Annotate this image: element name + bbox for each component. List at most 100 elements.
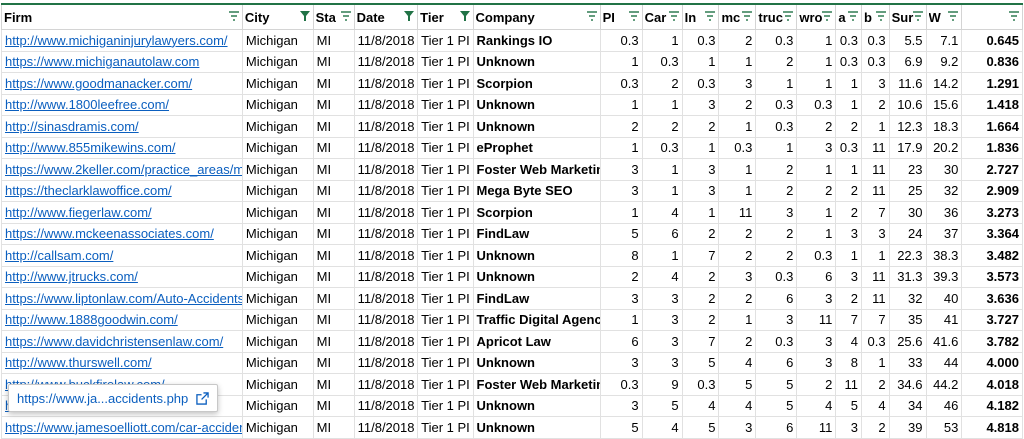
metric-cell[interactable]: 0.3 xyxy=(796,93,837,116)
text-cell[interactable]: Michigan xyxy=(241,222,314,245)
firm-link[interactable]: http://www.michiganinjurylawyers.com/ xyxy=(1,29,243,52)
metric-cell[interactable]: 0.3 xyxy=(599,29,643,52)
text-cell[interactable]: MI xyxy=(312,265,355,288)
metric-cell[interactable]: 7 xyxy=(860,308,890,331)
metric-cell[interactable]: 38.3 xyxy=(925,244,963,267)
open-external-icon[interactable] xyxy=(196,391,209,405)
metric-cell[interactable]: 20.2 xyxy=(925,136,963,159)
score-cell[interactable]: 0.836 xyxy=(961,50,1023,73)
text-cell[interactable]: Michigan xyxy=(241,351,314,374)
text-cell[interactable]: MI xyxy=(312,373,355,396)
text-cell[interactable]: 11/8/2018 xyxy=(353,351,419,374)
text-cell[interactable]: MI xyxy=(312,244,355,267)
metric-cell[interactable]: 4 xyxy=(835,330,862,353)
filter-icon[interactable] xyxy=(668,10,680,22)
company-cell[interactable]: Foster Web Marketing xyxy=(472,158,601,181)
metric-cell[interactable]: 3 xyxy=(796,351,837,374)
text-cell[interactable]: Tier 1 PI xyxy=(417,158,474,181)
company-cell[interactable]: Unknown xyxy=(472,394,601,417)
metric-cell[interactable]: 25.6 xyxy=(888,330,927,353)
text-cell[interactable]: MI xyxy=(312,416,355,439)
firm-link[interactable]: https://www.goodmanacker.com/ xyxy=(1,72,243,95)
metric-cell[interactable]: 3 xyxy=(681,93,720,116)
metric-cell[interactable]: 3 xyxy=(835,222,862,245)
metric-cell[interactable]: 1 xyxy=(681,50,720,73)
metric-cell[interactable]: 5.5 xyxy=(888,29,927,52)
metric-cell[interactable]: 1 xyxy=(835,158,862,181)
metric-cell[interactable]: 39 xyxy=(888,416,927,439)
metric-cell[interactable]: 3 xyxy=(796,330,837,353)
metric-cell[interactable]: 2 xyxy=(718,222,757,245)
score-cell[interactable]: 4.000 xyxy=(961,351,1023,374)
firm-link[interactable]: https://www.liptonlaw.com/Auto-Accidents xyxy=(1,287,243,310)
score-cell[interactable]: 3.782 xyxy=(961,330,1023,353)
metric-cell[interactable]: 1 xyxy=(835,72,862,95)
metric-cell[interactable]: 7 xyxy=(681,330,720,353)
text-cell[interactable]: MI xyxy=(312,158,355,181)
metric-cell[interactable]: 11 xyxy=(860,287,890,310)
metric-cell[interactable]: 31.3 xyxy=(888,265,927,288)
metric-cell[interactable]: 2 xyxy=(681,222,720,245)
score-cell[interactable]: 3.636 xyxy=(961,287,1023,310)
column-header-11[interactable]: wro xyxy=(796,3,837,30)
filter-icon[interactable] xyxy=(628,10,640,22)
text-cell[interactable]: Tier 1 PI xyxy=(417,136,474,159)
metric-cell[interactable]: 22.3 xyxy=(888,244,927,267)
filter-icon[interactable] xyxy=(821,10,833,22)
metric-cell[interactable]: 5 xyxy=(599,416,643,439)
metric-cell[interactable]: 0.3 xyxy=(755,93,798,116)
company-cell[interactable]: Scorpion xyxy=(472,72,601,95)
metric-cell[interactable]: 11 xyxy=(860,179,890,202)
text-cell[interactable]: Tier 1 PI xyxy=(417,222,474,245)
metric-cell[interactable]: 1 xyxy=(796,29,837,52)
text-cell[interactable]: MI xyxy=(312,308,355,331)
metric-cell[interactable]: 1 xyxy=(599,308,643,331)
company-cell[interactable]: Scorpion xyxy=(472,201,601,224)
metric-cell[interactable]: 23 xyxy=(888,158,927,181)
metric-cell[interactable]: 0.3 xyxy=(835,136,862,159)
metric-cell[interactable]: 9 xyxy=(641,373,683,396)
filter-icon[interactable] xyxy=(912,10,924,22)
text-cell[interactable]: MI xyxy=(312,330,355,353)
metric-cell[interactable]: 11 xyxy=(718,201,757,224)
metric-cell[interactable]: 53 xyxy=(925,416,963,439)
text-cell[interactable]: MI xyxy=(312,222,355,245)
metric-cell[interactable]: 4 xyxy=(718,394,757,417)
score-cell[interactable]: 1.836 xyxy=(961,136,1023,159)
score-cell[interactable]: 2.909 xyxy=(961,179,1023,202)
metric-cell[interactable]: 1 xyxy=(599,201,643,224)
firm-link[interactable]: http://www.jtrucks.com/ xyxy=(1,265,243,288)
metric-cell[interactable]: 35 xyxy=(888,308,927,331)
text-cell[interactable]: Michigan xyxy=(241,330,314,353)
metric-cell[interactable]: 2 xyxy=(860,416,890,439)
metric-cell[interactable]: 34 xyxy=(888,394,927,417)
metric-cell[interactable]: 2 xyxy=(599,265,643,288)
text-cell[interactable]: Michigan xyxy=(241,158,314,181)
metric-cell[interactable]: 30 xyxy=(888,201,927,224)
filter-icon[interactable] xyxy=(847,10,859,22)
metric-cell[interactable]: 2 xyxy=(755,50,798,73)
firm-link[interactable]: http://sinasdramis.com/ xyxy=(1,115,243,138)
filter-active-icon[interactable] xyxy=(459,10,471,22)
tooltip-url[interactable]: https://www.ja...accidents.php xyxy=(17,391,188,406)
company-cell[interactable]: Traffic Digital Agency xyxy=(472,308,601,331)
metric-cell[interactable]: 46 xyxy=(925,394,963,417)
metric-cell[interactable]: 2 xyxy=(755,179,798,202)
company-cell[interactable]: Unknown xyxy=(472,351,601,374)
metric-cell[interactable]: 0.3 xyxy=(755,330,798,353)
metric-cell[interactable]: 1 xyxy=(641,93,683,116)
metric-cell[interactable]: 1 xyxy=(835,244,862,267)
metric-cell[interactable]: 3 xyxy=(755,308,798,331)
metric-cell[interactable]: 1 xyxy=(796,222,837,245)
text-cell[interactable]: Michigan xyxy=(241,136,314,159)
text-cell[interactable]: Michigan xyxy=(241,287,314,310)
metric-cell[interactable]: 3 xyxy=(755,201,798,224)
metric-cell[interactable]: 2 xyxy=(718,330,757,353)
metric-cell[interactable]: 2 xyxy=(796,179,837,202)
company-cell[interactable]: Unknown xyxy=(472,93,601,116)
metric-cell[interactable]: 2 xyxy=(755,244,798,267)
score-cell[interactable]: 3.482 xyxy=(961,244,1023,267)
text-cell[interactable]: 11/8/2018 xyxy=(353,373,419,396)
metric-cell[interactable]: 1 xyxy=(641,179,683,202)
text-cell[interactable]: 11/8/2018 xyxy=(353,287,419,310)
